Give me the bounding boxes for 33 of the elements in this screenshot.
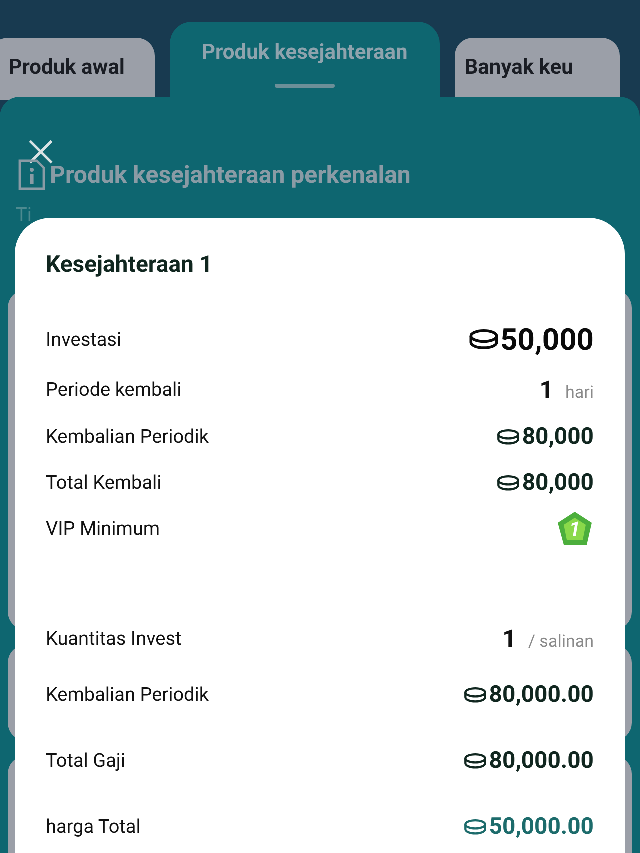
dialog-title: Kesejahteraan 1 bbox=[46, 250, 213, 280]
coin-icon bbox=[464, 752, 488, 770]
row-label: harga Total bbox=[46, 814, 141, 840]
amount-value: 80,000.00 bbox=[489, 680, 594, 710]
tab[interactable]: Banyak keu bbox=[454, 38, 620, 100]
row-label: Total Kembali bbox=[46, 470, 162, 496]
quantity-value: 1 bbox=[502, 624, 516, 655]
row-label: Periode kembali bbox=[46, 376, 182, 403]
amount-value: 50,000 bbox=[500, 322, 594, 360]
amount-value: 80,000 bbox=[522, 422, 594, 452]
coin-icon bbox=[497, 474, 520, 492]
vip-level-badge: 1 bbox=[556, 510, 594, 548]
coin-icon bbox=[464, 818, 488, 836]
row-label: Kembalian Periodik bbox=[46, 682, 210, 708]
coin-icon bbox=[497, 428, 520, 446]
panel-subtitle: Ti bbox=[16, 202, 32, 228]
unit-label: hari bbox=[565, 382, 594, 405]
coin-icon bbox=[468, 329, 499, 351]
coin-icon bbox=[464, 686, 488, 704]
row-label: Kuantitas Invest bbox=[46, 626, 182, 652]
unit-label: / salinan bbox=[528, 631, 594, 654]
panel-title: Produk kesejahteraan perkenalan bbox=[50, 160, 411, 191]
amount-value: 50,000.00 bbox=[489, 812, 594, 842]
row-label: Total Gaji bbox=[46, 748, 126, 774]
close-icon[interactable] bbox=[28, 139, 54, 165]
tab[interactable]: Produk awal bbox=[0, 38, 155, 100]
row-label: Kembalian Periodik bbox=[46, 424, 210, 450]
info-document-icon bbox=[18, 159, 46, 191]
row-label: Investasi bbox=[46, 326, 122, 353]
amount-value: 80,000 bbox=[522, 468, 594, 498]
amount-value: 80,000.00 bbox=[489, 746, 594, 776]
row-label: VIP Minimum bbox=[46, 516, 160, 542]
quantity-value: 1 bbox=[540, 375, 554, 406]
